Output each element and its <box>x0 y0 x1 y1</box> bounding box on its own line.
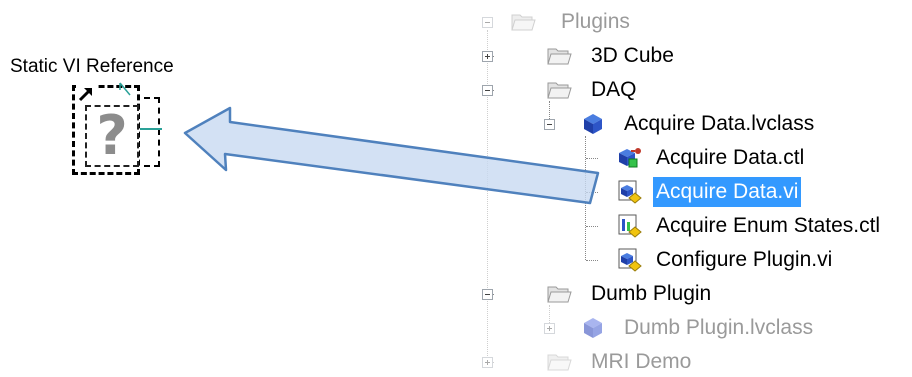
tree-item-3d-cube[interactable]: 3D Cube <box>470 41 677 71</box>
tree-item-dumb-plugin-lvclass[interactable]: Dumb Plugin.lvclass <box>470 313 816 343</box>
output-terminal <box>140 128 162 130</box>
class-private-data-icon <box>619 148 641 168</box>
question-mark-icon: ? <box>85 105 139 167</box>
tree-item-acquire-enum-states-ctl[interactable]: Acquire Enum States.ctl <box>470 211 883 241</box>
tree-item-plugins[interactable]: Plugins <box>470 7 633 37</box>
tree-item-label: Acquire Data.lvclass <box>624 112 815 135</box>
tree-item-label: Acquire Enum States.ctl <box>656 214 881 237</box>
expand-toggle[interactable] <box>544 323 555 334</box>
folder-icon <box>547 354 572 371</box>
folder-icon <box>547 48 572 65</box>
tree-item-label: Plugins <box>561 10 630 33</box>
tree-item-label: Acquire Data.vi <box>653 177 802 207</box>
tree-item-label: Dumb Plugin <box>591 282 712 305</box>
tree-item-label: Dumb Plugin.lvclass <box>624 316 814 339</box>
collapse-toggle[interactable] <box>482 85 493 96</box>
folder-icon <box>511 14 536 31</box>
lvclass-cube-icon <box>584 318 602 338</box>
vi-icon <box>618 248 642 272</box>
vi-icon <box>618 180 642 204</box>
tree-item-configure-plugin-vi[interactable]: Configure Plugin.vi <box>470 245 835 275</box>
drag-arrow-annotation <box>183 106 600 205</box>
tree-item-label: 3D Cube <box>591 44 674 67</box>
static-vi-reference-label: Static VI Reference <box>10 56 174 77</box>
tree-item-label: MRI Demo <box>591 350 692 373</box>
folder-icon <box>547 286 572 303</box>
collapse-toggle[interactable] <box>482 17 493 28</box>
ctl-icon <box>618 214 642 238</box>
expand-toggle[interactable] <box>482 51 493 62</box>
reference-arrow-icon <box>76 85 96 103</box>
static-vi-reference-node[interactable]: ? <box>72 82 164 178</box>
tree-item-mri-demo[interactable]: MRI Demo <box>470 347 694 377</box>
collapse-toggle[interactable] <box>482 289 493 300</box>
folder-icon <box>547 82 572 99</box>
tree-item-label: Configure Plugin.vi <box>656 248 833 271</box>
tree-item-label: Acquire Data.ctl <box>656 146 805 169</box>
tree-item-dumb-plugin[interactable]: Dumb Plugin <box>470 279 714 309</box>
strict-type-indicator-icon <box>119 82 131 96</box>
expand-toggle[interactable] <box>482 357 493 368</box>
